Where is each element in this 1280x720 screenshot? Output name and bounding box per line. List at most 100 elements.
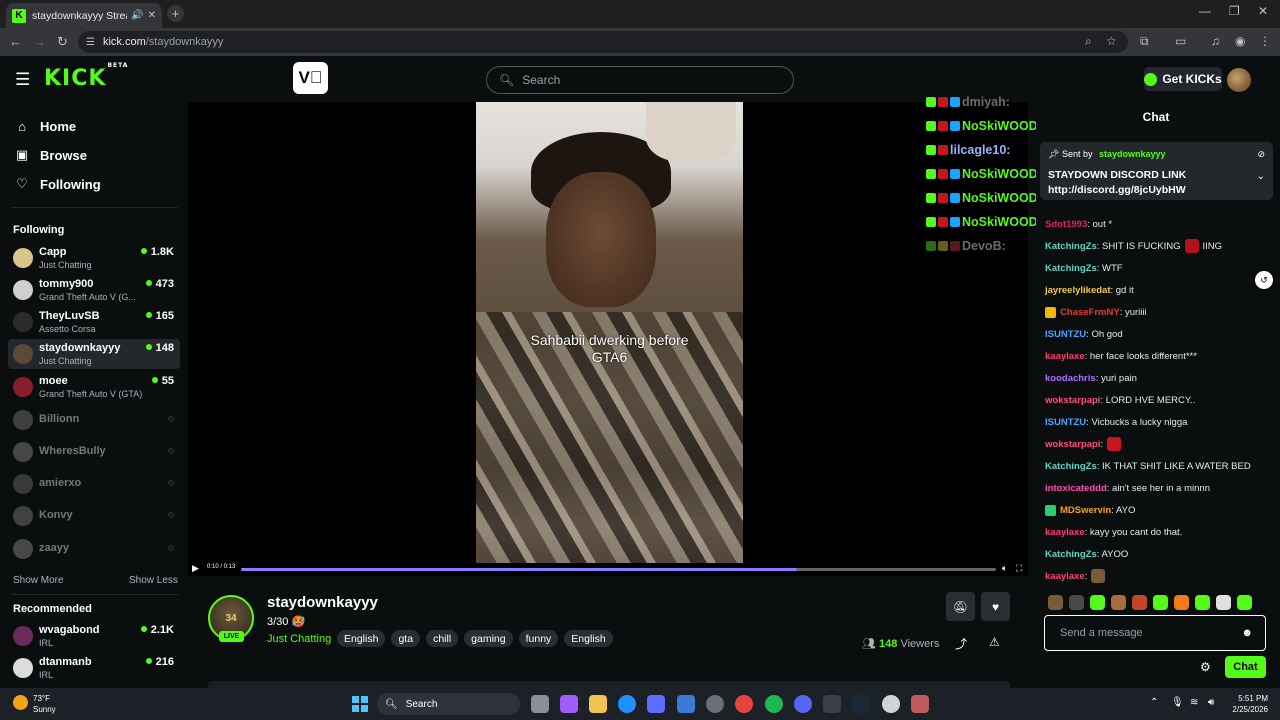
sidebar-channel-wvagabond[interactable]: wvagabond IRL 2.1K	[8, 621, 180, 651]
obs-icon[interactable]	[882, 695, 900, 713]
chat-username[interactable]: Sdot1993	[1045, 219, 1087, 230]
sidebar-channel-billionn[interactable]: Billionn ⦸	[8, 405, 180, 435]
chat-username[interactable]: kaaylaxe	[1045, 571, 1085, 582]
media-controls-icon[interactable]: ♫	[1211, 34, 1220, 48]
minimize-icon[interactable]: —	[1199, 4, 1211, 18]
stream-category[interactable]: Just Chatting	[267, 633, 331, 645]
store-icon[interactable]	[647, 695, 665, 713]
chat-input-box[interactable]: ☻	[1044, 615, 1266, 651]
sidebar-channel-wheresbully[interactable]: WheresBully ⦸	[8, 437, 180, 467]
windows-start-icon[interactable]	[352, 696, 368, 712]
emote-icon[interactable]	[1216, 595, 1231, 610]
spotify-icon[interactable]	[765, 695, 783, 713]
maximize-icon[interactable]: ❐	[1229, 4, 1240, 18]
channel-name[interactable]: staydownkayyy	[267, 594, 378, 611]
share-icon[interactable]: ⤴	[955, 635, 967, 652]
sidebar-channel-dtanmanb[interactable]: dtanmanb IRL 216	[8, 653, 180, 683]
mail-icon[interactable]	[677, 695, 695, 713]
discord-icon[interactable]	[794, 695, 812, 713]
app-icon[interactable]	[911, 695, 929, 713]
extensions-icon[interactable]: ⧉	[1140, 34, 1149, 49]
sidebar-channel-zaayy[interactable]: zaayy ⦸	[8, 534, 180, 564]
tag[interactable]: gaming	[464, 630, 513, 647]
sidebar-channel-amierxo[interactable]: amierxo ⦸	[8, 469, 180, 499]
nav-home[interactable]: ⌂ Home	[14, 116, 76, 136]
site-info-icon[interactable]: ☰	[86, 37, 95, 48]
speaker-icon[interactable]: 🔊	[131, 10, 143, 21]
chat-username[interactable]: kaaylaxe	[1045, 527, 1085, 538]
emote-icon[interactable]	[1174, 595, 1189, 610]
unpin-icon[interactable]: ⊘	[1257, 149, 1265, 160]
emote-icon[interactable]	[1237, 595, 1252, 610]
url-field[interactable]: ☰ kick.com/staydownkayyy	[78, 31, 1128, 53]
chat-username[interactable]: KatchingZs	[1045, 549, 1097, 560]
cast-icon[interactable]: ▭	[1175, 34, 1186, 48]
chat-username[interactable]: wokstarpapi	[1045, 395, 1100, 406]
edge-icon[interactable]	[618, 695, 636, 713]
file-explorer-icon[interactable]	[589, 695, 607, 713]
show-less-button[interactable]: Show Less	[129, 575, 178, 586]
chat-username[interactable]: ChaseFrmNY	[1060, 307, 1120, 318]
fullscreen-icon[interactable]: ⛶	[1016, 563, 1022, 574]
emote-icon[interactable]	[1195, 595, 1210, 610]
nav-following[interactable]: ♡ Following	[14, 174, 100, 194]
scroll-to-bottom-icon[interactable]: ↺	[1255, 271, 1273, 289]
notifications-off-button[interactable]: 🔕︎	[946, 592, 975, 621]
emote-icon[interactable]	[1132, 595, 1147, 610]
sidebar-channel-theyluvsb[interactable]: TheyLuvSB Assetto Corsa 165	[8, 307, 180, 337]
tag[interactable]: English	[564, 630, 613, 647]
emote-icon[interactable]	[1153, 595, 1168, 610]
chat-message-input[interactable]	[1060, 627, 1240, 639]
chat-username[interactable]: KatchingZs	[1045, 461, 1097, 472]
reload-icon[interactable]: ↻	[57, 34, 68, 50]
taskbar-clock[interactable]: 5:51 PM 2/25/2026	[1228, 693, 1268, 715]
report-warning-icon[interactable]: ⚠	[989, 635, 1000, 649]
chat-username[interactable]: wokstarpapi	[1045, 439, 1100, 450]
sidebar-channel-moee[interactable]: moee Grand Theft Auto V (GTA) 55	[8, 372, 180, 402]
volume-icon[interactable]: 🔈︎	[1002, 563, 1007, 574]
forward-icon[interactable]: →	[33, 34, 46, 49]
tray-chevron-icon[interactable]: ⌃	[1150, 697, 1158, 708]
play-icon[interactable]: ▶	[192, 563, 199, 574]
microphone-icon[interactable]: 🎙︎	[1171, 697, 1184, 708]
back-icon[interactable]: ←	[9, 34, 22, 49]
chat-username[interactable]: KatchingZs	[1045, 241, 1097, 252]
user-avatar[interactable]	[1227, 68, 1251, 92]
pinned-message[interactable]: 📌︎ Sent by staydownkayyy STAYDOWN DISCOR…	[1040, 142, 1273, 200]
v-app-logo-icon[interactable]: V⃞	[293, 62, 328, 94]
search-bar[interactable]: 🔍︎	[486, 66, 794, 94]
follow-button[interactable]: ♥	[981, 592, 1010, 621]
kick-logo[interactable]: KICKBETA	[44, 62, 128, 91]
emote-icon[interactable]	[1111, 595, 1126, 610]
tag[interactable]: chill	[426, 630, 459, 647]
chevron-down-icon[interactable]: ⌄	[1257, 171, 1265, 182]
chat-username[interactable]: KatchingZs	[1045, 263, 1097, 274]
steam-icon[interactable]	[852, 695, 870, 713]
sidebar-channel-tommy900[interactable]: tommy900 Grand Theft Auto V (G... 473	[8, 275, 180, 305]
chat-username[interactable]: kaaylaxe	[1045, 351, 1085, 362]
chrome-icon[interactable]	[735, 695, 753, 713]
emoji-picker-icon[interactable]: ☻	[1241, 627, 1253, 639]
copilot-icon[interactable]	[560, 695, 578, 713]
chat-username[interactable]: MDSwervin	[1060, 505, 1111, 516]
tag[interactable]: gta	[391, 630, 421, 647]
get-kicks-button[interactable]: Get KICKs	[1144, 67, 1222, 91]
taskbar-search[interactable]: 🔍︎ Search	[377, 693, 520, 715]
chat-send-button[interactable]: Chat	[1225, 656, 1266, 678]
chat-username[interactable]: ISUNTZU	[1045, 417, 1086, 428]
task-view-icon[interactable]	[531, 695, 549, 713]
chat-settings-gear-icon[interactable]: ⚙	[1200, 660, 1211, 674]
chat-username[interactable]: koodachris	[1045, 373, 1096, 384]
bookmark-star-icon[interactable]: ☆	[1106, 34, 1117, 48]
zoom-icon[interactable]: ⌕	[1085, 34, 1092, 49]
chat-username[interactable]: jayreelylikedat	[1045, 285, 1111, 296]
browser-menu-icon[interactable]: ⋮	[1259, 34, 1271, 48]
wifi-icon[interactable]: ≋	[1190, 697, 1198, 708]
tag[interactable]: funny	[518, 630, 559, 647]
pinned-link[interactable]: http://discord.gg/8jcUybHW	[1048, 184, 1186, 196]
sidebar-channel-konvy[interactable]: Konvy ⦸	[8, 501, 180, 531]
new-tab-button[interactable]: +	[167, 5, 184, 22]
emote-icon[interactable]	[1069, 595, 1084, 610]
app-icon[interactable]	[706, 695, 724, 713]
volume-icon[interactable]: 🔊︎	[1208, 697, 1214, 708]
